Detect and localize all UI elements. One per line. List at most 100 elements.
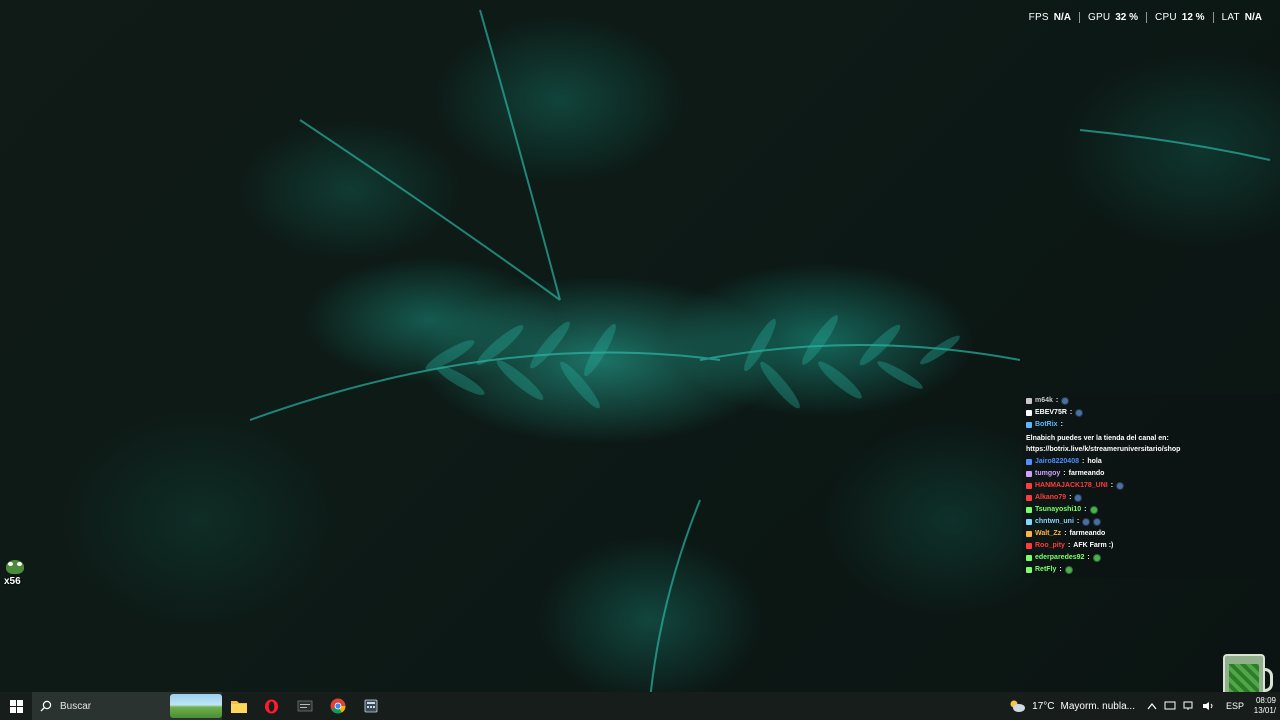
partly-cloudy-icon [1010,700,1026,712]
chat-username[interactable]: ederparedes92 [1035,552,1084,563]
chrome-icon [330,698,345,714]
perf-value: N/A [1053,12,1071,23]
chat-badge-icon [1026,470,1032,477]
chat-badge-icon [1026,530,1032,537]
calculator-icon [364,699,377,713]
chat-username[interactable]: EBEV75R [1035,407,1067,418]
taskbar-clock[interactable]: 08:09 13/01/ [1250,696,1280,716]
chat-badge-icon [1026,409,1032,416]
perf-gpu: GPU 32 % [1078,12,1146,23]
chat-separator: : [1055,397,1059,404]
chat-message: Jairo8220408:hola [1026,576,1276,578]
chat-badge-icon [1026,494,1032,501]
display-icon[interactable] [1164,701,1176,711]
chat-message: RetFly: [1026,564,1276,575]
weather-widget[interactable]: 17°C Mayorm. nubla... [1008,699,1147,713]
chat-message: Jairo8220408:hola [1026,456,1276,467]
chat-message: BotRix: Elnabich puedes ver la tienda del… [1026,419,1276,455]
chat-text: Elnabich puedes ver la tienda del canal … [1026,435,1181,453]
chat-message: Roo_pity: AFK Farm :) [1026,540,1276,551]
taskbar-opera[interactable] [255,692,288,720]
chat-separator: : [1064,530,1067,537]
chat-username[interactable]: HANMAJACK178_UNI [1035,480,1108,491]
chat-username[interactable]: Walt_Zz [1035,528,1061,539]
network-icon[interactable] [1183,701,1195,711]
taskbar-game-launcher[interactable] [288,692,321,720]
frog-icon [6,560,24,574]
chat-separator: : [1084,506,1087,513]
taskbar-calculator[interactable] [354,692,387,720]
chat-message: Tsunayoshi10: [1026,504,1276,515]
perf-label: GPU [1087,12,1111,23]
perf-value: 32 % [1115,12,1139,23]
chat-emote-icon [1074,493,1083,502]
taskbar: Buscar 17°C Mayorm. nubla... ESP 08:09 1… [0,692,1280,720]
chat-badge-icon [1026,421,1032,428]
chat-message: HANMAJACK178_UNI: [1026,480,1276,491]
taskbar-chrome[interactable] [321,692,354,720]
input-language[interactable]: ESP [1220,701,1250,711]
chat-username[interactable]: tumgoy [1035,468,1060,479]
perf-value: 12 % [1181,12,1205,23]
chevron-up-icon[interactable] [1147,702,1157,710]
chat-text: AFK Farm :) [1073,542,1114,549]
desktop-wallpaper [0,0,1280,692]
frog-counter-widget[interactable]: x56 [4,560,26,590]
fern-illustration [249,9,1271,692]
chat-badge-icon [1026,542,1032,549]
chat-username[interactable]: Alkano79 [1035,492,1066,503]
chat-text: farmeando [1068,470,1105,477]
chat-badge-icon [1026,566,1032,573]
chat-text: farmeando [1069,530,1106,537]
chat-emote-icon [1082,517,1091,526]
chat-username[interactable]: Jairo8220408 [1035,456,1079,467]
chat-text: hola [1087,576,1101,578]
chat-username[interactable]: Jairo8220408 [1035,576,1079,578]
stream-chat-overlay: m64k: EBEV75R: BotRix: Elnabich puedes ver … [1022,394,1280,578]
perf-label: LAT [1221,12,1240,23]
perf-label: CPU [1155,12,1177,23]
chat-separator: : [1069,494,1072,501]
taskbar-search-box[interactable]: Buscar [32,692,222,720]
chat-separator: : [1069,409,1073,416]
opera-icon [264,698,279,714]
chat-username[interactable]: Roo_pity [1035,540,1065,551]
chat-message: Alkano79: [1026,492,1276,503]
mug-handle [1263,668,1273,692]
search-icon [40,700,52,712]
chat-username[interactable]: Tsunayoshi10 [1035,504,1081,515]
game-icon [297,700,312,712]
clock-time: 08:09 [1255,696,1276,705]
volume-icon[interactable] [1202,701,1214,711]
perf-fps: FPS N/A [1021,12,1079,23]
chat-message: EBEV75R: [1026,407,1276,418]
chat-badge-icon [1026,482,1032,489]
chat-separator: : [1082,576,1084,578]
chat-username[interactable]: RetFly [1035,564,1056,575]
search-placeholder: Buscar [60,700,92,712]
chat-message: Walt_Zz: farmeando [1026,528,1276,539]
chat-emote-icon [1061,396,1070,405]
chat-username[interactable]: BotRix [1035,419,1058,430]
chat-badge-icon [1026,506,1032,513]
chat-badge-icon [1026,458,1032,465]
chat-separator: : [1110,482,1114,489]
chat-emote-icon [1089,505,1098,514]
chat-username[interactable]: chntwn_uni [1035,516,1074,527]
chat-username[interactable]: m64k [1035,395,1053,406]
chat-message: ederparedes92: [1026,552,1276,563]
chat-separator: : [1087,554,1090,561]
chat-emote-icon [1075,408,1084,417]
chat-message: chntwn_uni: [1026,516,1276,527]
chat-text: hola [1087,458,1102,465]
taskbar-file-explorer[interactable] [222,692,255,720]
system-tray [1147,701,1220,711]
chat-emote-icon [1092,553,1101,562]
chat-badge-icon [1026,518,1032,525]
chat-emote-icon [1093,517,1102,526]
chat-badge-icon [1026,397,1032,404]
perf-lat: LAT N/A [1212,12,1270,23]
start-button[interactable] [0,692,32,720]
search-highlight-illustration [170,694,222,718]
chat-separator: : [1081,458,1085,465]
